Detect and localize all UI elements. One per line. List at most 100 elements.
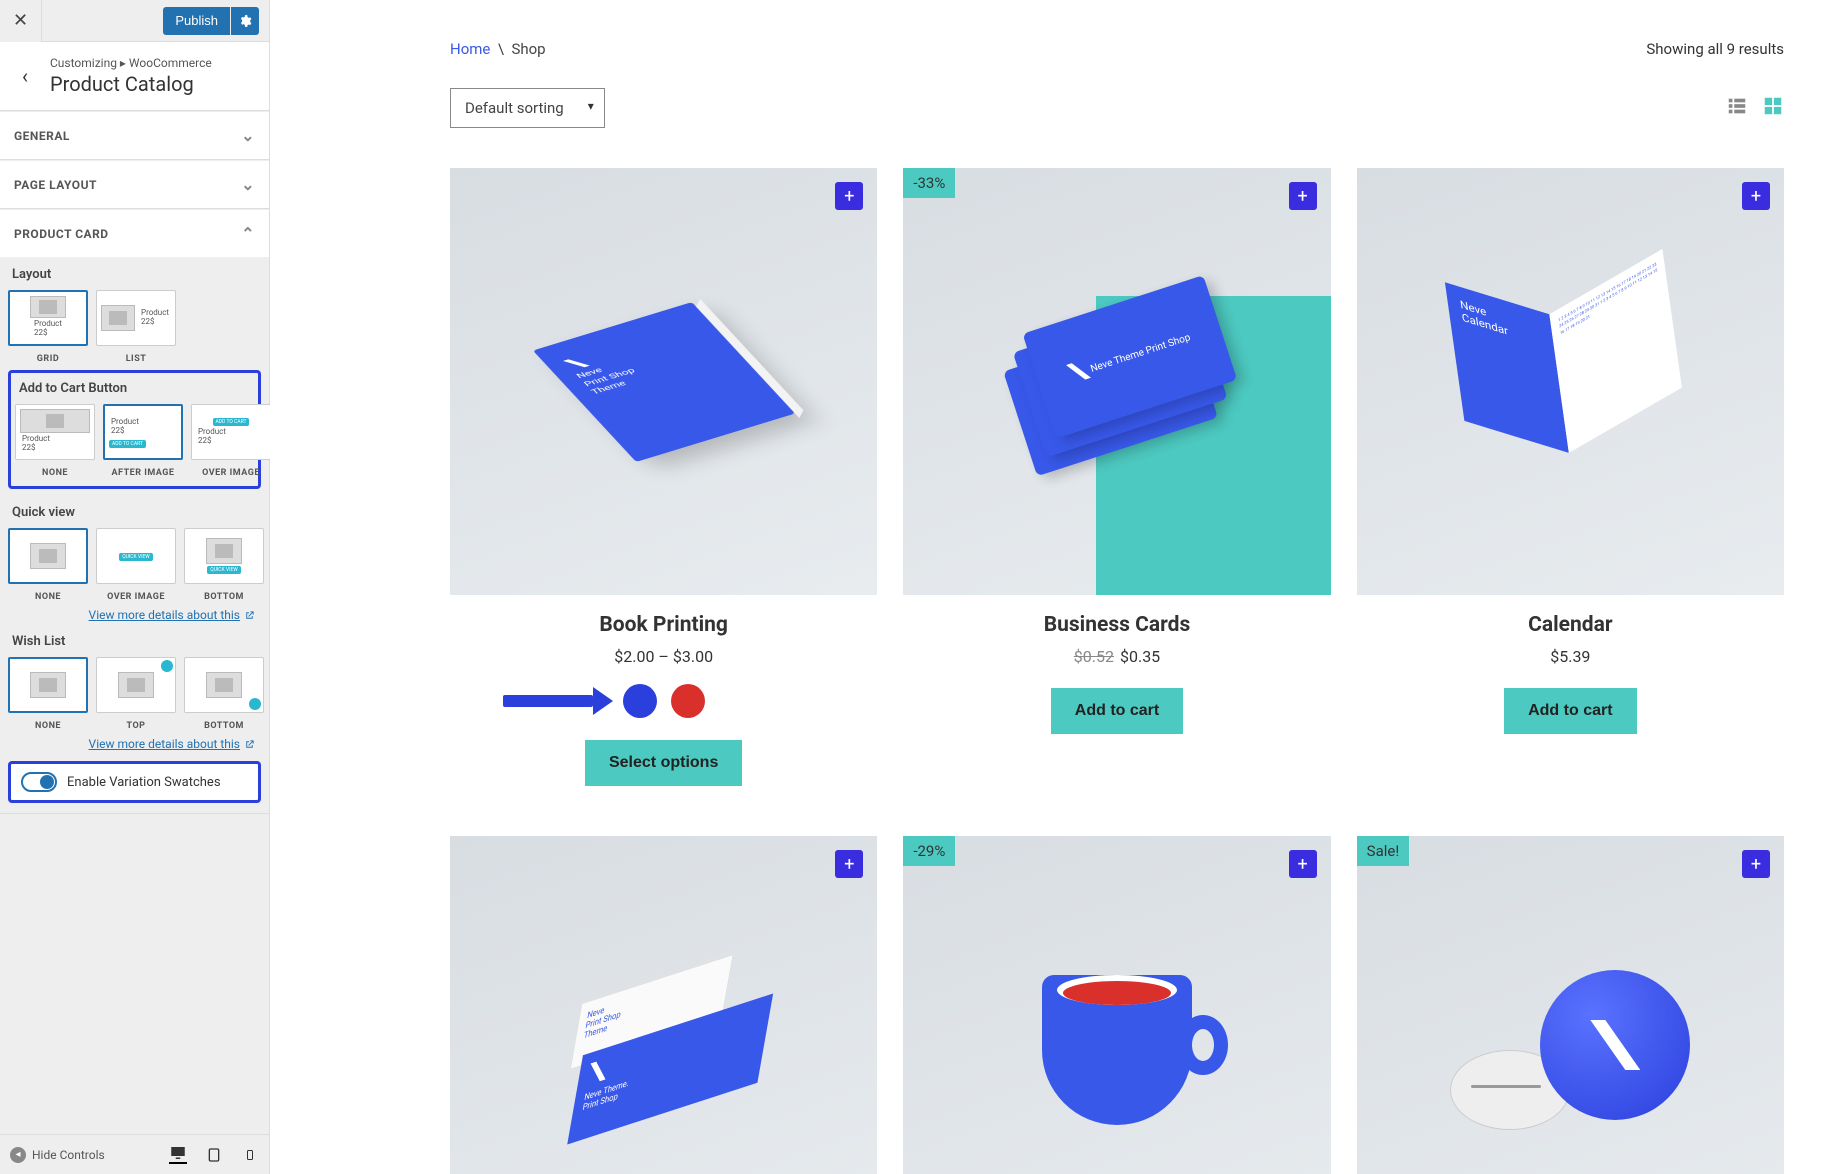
image-placeholder-icon xyxy=(20,409,90,433)
brand-logo-icon xyxy=(1590,1020,1640,1070)
publish-button[interactable]: Publish xyxy=(163,7,230,35)
chevron-up-icon: ⌃ xyxy=(241,224,255,243)
product-price: $5.39 xyxy=(1550,647,1590,666)
section-general[interactable]: GENERAL ⌄ xyxy=(0,111,269,159)
product-card[interactable]: -29% + xyxy=(903,836,1330,1174)
variation-swatches-toggle[interactable] xyxy=(21,772,57,792)
add-to-cart-option-over-image[interactable]: ADD TO CART Product22$ OVER IMAGE xyxy=(191,404,271,478)
select-options-button[interactable]: Select options xyxy=(585,740,742,786)
product-card[interactable]: + Neve Print Shop Theme Neve Theme. Prin… xyxy=(450,836,877,1174)
sale-badge: Sale! xyxy=(1357,836,1410,866)
add-to-cart-button[interactable]: Add to cart xyxy=(1504,688,1636,734)
product-title: Book Printing xyxy=(599,613,728,637)
product-image: + Neve Print Shop Theme xyxy=(450,168,877,595)
section-page-layout[interactable]: PAGE LAYOUT ⌄ xyxy=(0,160,269,208)
layout-option-list[interactable]: Product22$ LIST xyxy=(96,290,176,364)
shop-preview: Home \ Shop Showing all 9 results Defaul… xyxy=(270,0,1844,1174)
add-to-cart-label: Add to Cart Button xyxy=(15,379,254,404)
chevron-down-icon: ⌄ xyxy=(241,175,255,194)
wish-list-more-link[interactable]: View more details about this xyxy=(8,731,261,753)
product-card[interactable]: -33% + Neve Theme Print Shop Business Ca… xyxy=(903,168,1330,786)
variation-swatches-label: Enable Variation Swatches xyxy=(67,775,221,790)
variation-swatches xyxy=(623,684,705,718)
wish-list-label: Wish List xyxy=(8,624,261,657)
quick-view-option-bottom[interactable]: QUICK VIEW BOTTOM xyxy=(184,528,264,602)
product-card[interactable]: + Neve Calendar 1 2 3 4 5 6 7 8 9 10 11 … xyxy=(1357,168,1784,786)
wish-list-option-bottom[interactable]: BOTTOM xyxy=(184,657,264,731)
variation-swatches-row: Enable Variation Swatches xyxy=(8,761,261,803)
product-image: + Neve Print Shop Theme Neve Theme. Prin… xyxy=(450,836,877,1174)
sort-dropdown[interactable]: Default sorting xyxy=(450,88,605,128)
back-button[interactable]: ‹ xyxy=(14,65,36,87)
add-to-cart-option-after-image[interactable]: Product22$ ADD TO CART AFTER IMAGE xyxy=(103,404,183,478)
brand-logo-icon xyxy=(1066,358,1091,383)
heart-icon xyxy=(161,660,173,672)
image-placeholder-icon xyxy=(30,543,66,569)
image-placeholder-icon xyxy=(118,672,154,698)
device-tablet-button[interactable] xyxy=(205,1146,223,1164)
panel-title: Product Catalog xyxy=(50,72,212,96)
brand-logo-icon xyxy=(586,1057,609,1085)
wish-list-option-top[interactable]: TOP xyxy=(96,657,176,731)
quick-view-option-none[interactable]: NONE xyxy=(8,528,88,602)
product-card[interactable]: Sale! + xyxy=(1357,836,1784,1174)
quick-add-button[interactable]: + xyxy=(835,850,863,878)
product-image: -33% + Neve Theme Print Shop xyxy=(903,168,1330,595)
image-placeholder-icon xyxy=(30,672,66,698)
quick-add-button[interactable]: + xyxy=(835,182,863,210)
view-grid-button[interactable] xyxy=(1762,95,1784,121)
collapse-arrow-icon: ◂ xyxy=(10,1147,26,1163)
quick-add-button[interactable]: + xyxy=(1289,850,1317,878)
quick-view-option-over-image[interactable]: QUICK VIEW OVER IMAGE xyxy=(96,528,176,602)
tablet-icon xyxy=(206,1146,222,1164)
discount-badge: -33% xyxy=(903,168,955,198)
external-link-icon xyxy=(244,610,255,621)
view-list-button[interactable] xyxy=(1726,95,1748,121)
device-mobile-button[interactable] xyxy=(241,1146,259,1164)
heart-icon xyxy=(249,698,261,710)
wish-list-option-none[interactable]: NONE xyxy=(8,657,88,731)
gear-icon xyxy=(238,14,252,28)
image-placeholder-icon xyxy=(101,305,135,331)
desktop-icon xyxy=(169,1144,187,1162)
quick-view-label: Quick view xyxy=(8,495,261,528)
customizer-sidebar: ✕ Publish ‹ Customizing ▸ WooCommerce Pr… xyxy=(0,0,270,1174)
quick-add-button[interactable]: + xyxy=(1742,182,1770,210)
section-product-card[interactable]: PRODUCT CARD ⌃ xyxy=(0,209,269,257)
product-image: -29% + xyxy=(903,836,1330,1174)
hide-controls-button[interactable]: ◂ Hide Controls xyxy=(10,1147,105,1163)
image-placeholder-icon xyxy=(206,672,242,698)
grid-icon xyxy=(1762,95,1784,117)
publish-settings-button[interactable] xyxy=(231,7,259,35)
breadcrumb: Customizing ▸ WooCommerce xyxy=(50,56,212,70)
product-card[interactable]: + Neve Print Shop Theme Book Printing $2… xyxy=(450,168,877,786)
product-image: Sale! + xyxy=(1357,836,1784,1174)
annotation-arrow-icon xyxy=(503,686,613,716)
swatch-blue[interactable] xyxy=(623,684,657,718)
product-price: $0.52$0.35 xyxy=(1074,647,1160,666)
list-icon xyxy=(1726,95,1748,117)
close-customizer-button[interactable]: ✕ xyxy=(0,0,42,42)
chevron-down-icon: ⌄ xyxy=(241,126,255,145)
add-to-cart-setting-highlight: Add to Cart Button Product22$ NONE Produ… xyxy=(8,370,261,489)
shop-breadcrumb: Home \ Shop xyxy=(450,40,546,58)
layout-label: Layout xyxy=(8,257,261,290)
product-title: Business Cards xyxy=(1044,613,1191,637)
product-price: $2.00 – $3.00 xyxy=(614,647,713,666)
layout-option-grid[interactable]: Product22$ GRID xyxy=(8,290,88,364)
image-placeholder-icon xyxy=(30,296,66,318)
device-desktop-button[interactable] xyxy=(169,1146,187,1164)
quick-view-more-link[interactable]: View more details about this xyxy=(8,602,261,624)
swatch-red[interactable] xyxy=(671,684,705,718)
breadcrumb-home-link[interactable]: Home xyxy=(450,40,490,58)
quick-add-button[interactable]: + xyxy=(1289,182,1317,210)
add-to-cart-button[interactable]: Add to cart xyxy=(1051,688,1183,734)
quick-add-button[interactable]: + xyxy=(1742,850,1770,878)
product-title: Calendar xyxy=(1528,613,1612,637)
product-image: + Neve Calendar 1 2 3 4 5 6 7 8 9 10 11 … xyxy=(1357,168,1784,595)
add-to-cart-option-none[interactable]: Product22$ NONE xyxy=(15,404,95,478)
mobile-icon xyxy=(244,1146,256,1164)
external-link-icon xyxy=(244,739,255,750)
image-placeholder-icon xyxy=(206,538,242,564)
discount-badge: -29% xyxy=(903,836,955,866)
